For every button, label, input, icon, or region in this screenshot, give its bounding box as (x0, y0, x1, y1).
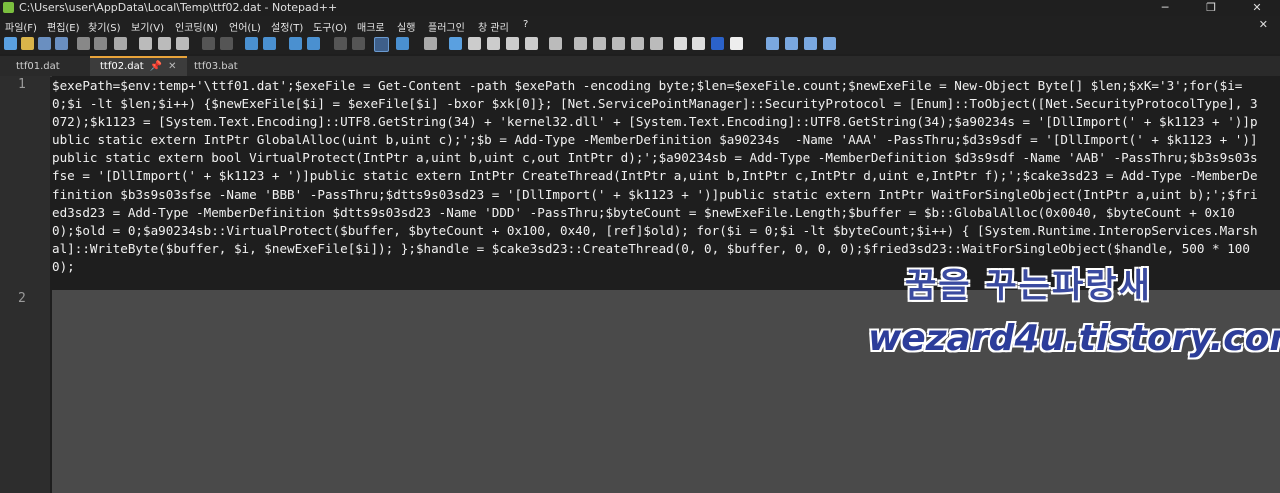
watermark-title: 꿈을 꾸는파랑새 (905, 266, 1152, 306)
copy-icon[interactable] (158, 37, 171, 50)
menu-encoding[interactable]: 인코딩(N) (175, 19, 218, 34)
watermark-url: wezard4u.tistory.com (868, 318, 1280, 359)
close-all-icon[interactable] (94, 37, 107, 50)
close-document-icon[interactable]: ✕ (1259, 18, 1268, 31)
open-file-icon[interactable] (21, 37, 34, 50)
menu-settings[interactable]: 설정(T) (271, 19, 303, 34)
line-number: 2 (18, 291, 26, 306)
tab-label: ttf03.bat (194, 61, 238, 72)
document-map-icon[interactable] (468, 37, 481, 50)
js-format-icon[interactable] (711, 37, 724, 50)
sync-horizontal-icon[interactable] (352, 37, 365, 50)
menu-help[interactable]: ? (523, 19, 528, 30)
show-all-characters-icon[interactable] (396, 37, 409, 50)
zoom-out-icon[interactable] (307, 37, 320, 50)
zoom-in-icon[interactable] (289, 37, 302, 50)
plugin-tool-icon[interactable] (766, 37, 779, 50)
undo-icon[interactable] (202, 37, 215, 50)
stop-macro-icon[interactable] (593, 37, 606, 50)
document-list-icon[interactable] (487, 37, 500, 50)
text-fx-icon[interactable] (692, 37, 705, 50)
cut-icon[interactable] (139, 37, 152, 50)
redo-icon[interactable] (220, 37, 233, 50)
menu-macro[interactable]: 매크로 (357, 19, 385, 34)
print-icon[interactable] (114, 37, 127, 50)
maximize-button[interactable]: ❐ (1188, 0, 1234, 16)
function-list-icon[interactable] (506, 37, 519, 50)
menu-language[interactable]: 언어(L) (229, 19, 261, 34)
indent-guide-icon[interactable] (424, 37, 437, 50)
record-macro-icon[interactable] (574, 37, 587, 50)
menu-tools[interactable]: 도구(O) (313, 19, 347, 34)
tab-bar: ttf01.dat ttf02.dat 📌 ✕ ttf03.bat (0, 56, 1280, 77)
folder-as-workspace-icon[interactable] (525, 37, 538, 50)
tab-ttf01[interactable]: ttf01.dat (6, 58, 70, 75)
window-title: C:\Users\user\AppData\Local\Temp\ttf02.d… (19, 1, 338, 14)
tab-label: ttf02.dat (100, 61, 144, 72)
menu-window[interactable]: 창 관리 (478, 19, 509, 34)
tab-ttf03[interactable]: ttf03.bat (184, 58, 248, 75)
replace-icon[interactable] (263, 37, 276, 50)
save-macro-icon[interactable] (650, 37, 663, 50)
title-bar: C:\Users\user\AppData\Local\Temp\ttf02.d… (0, 0, 1280, 16)
play-macro-icon[interactable] (612, 37, 625, 50)
menu-edit[interactable]: 편집(E) (47, 19, 80, 34)
line-number-gutter: 1 2 (0, 76, 50, 493)
json-viewer-icon[interactable] (823, 37, 836, 50)
code-line-1[interactable]: $exePath=$env:temp+'\ttf01.dat';$exeFile… (52, 77, 1260, 276)
monitoring-icon[interactable] (549, 37, 562, 50)
sync-vertical-icon[interactable] (334, 37, 347, 50)
save-icon[interactable] (38, 37, 51, 50)
plugin-tool-2-icon[interactable] (785, 37, 798, 50)
tab-label: ttf01.dat (16, 61, 60, 72)
close-file-icon[interactable] (77, 37, 90, 50)
line-number: 1 (18, 77, 26, 92)
paste-icon[interactable] (176, 37, 189, 50)
menu-view[interactable]: 보기(V) (131, 19, 164, 34)
toolbar (0, 34, 1280, 54)
menu-bar: 파일(F) 편집(E) 찾기(S) 보기(V) 인코딩(N) 언어(L) 설정(… (0, 16, 1280, 34)
notepadpp-app-icon (3, 2, 14, 13)
user-defined-language-icon[interactable] (449, 37, 462, 50)
find-icon[interactable] (245, 37, 258, 50)
code-block-icon[interactable] (730, 37, 743, 50)
spell-check-icon[interactable] (674, 37, 687, 50)
new-file-icon[interactable] (4, 37, 17, 50)
close-tab-icon[interactable]: ✕ (168, 61, 176, 72)
word-wrap-icon[interactable] (374, 37, 389, 52)
plugin-tool-3-icon[interactable] (804, 37, 817, 50)
tab-ttf02[interactable]: ttf02.dat 📌 ✕ (90, 56, 187, 77)
close-window-button[interactable]: ✕ (1234, 0, 1280, 16)
play-macro-multiple-icon[interactable] (631, 37, 644, 50)
menu-run[interactable]: 실행 (397, 19, 415, 34)
pin-icon[interactable]: 📌 (150, 61, 162, 72)
menu-plugins[interactable]: 플러그인 (428, 19, 465, 34)
menu-file[interactable]: 파일(F) (5, 19, 37, 34)
minimize-button[interactable]: ─ (1142, 0, 1188, 16)
save-all-icon[interactable] (55, 37, 68, 50)
menu-search[interactable]: 찾기(S) (88, 19, 121, 34)
